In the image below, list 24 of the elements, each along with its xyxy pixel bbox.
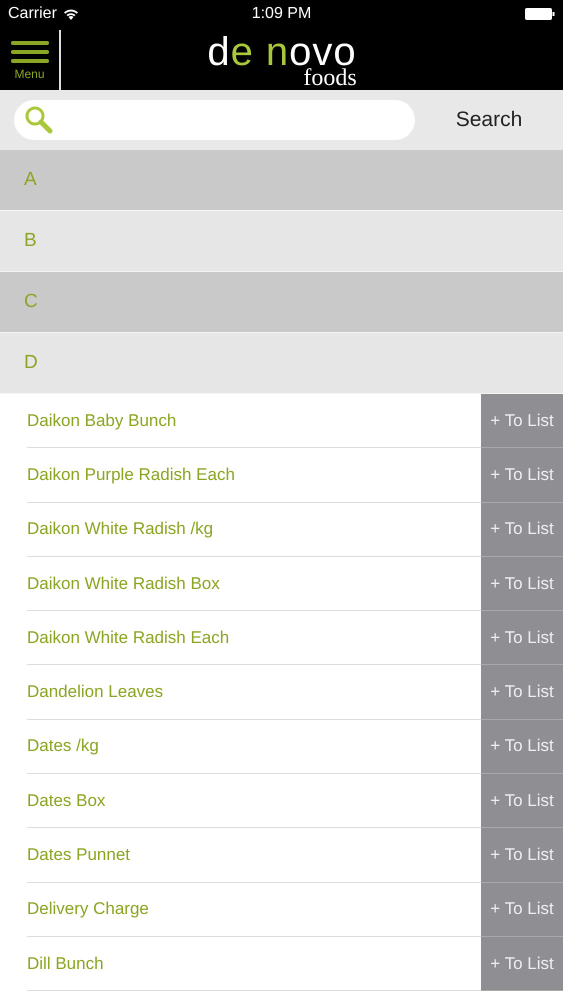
add-to-list-button[interactable]: + To List (481, 665, 563, 720)
add-to-list-button[interactable]: + To List (481, 720, 563, 774)
search-icon (24, 105, 54, 135)
logo-subtitle: foods (303, 66, 357, 90)
search-field[interactable] (14, 100, 415, 140)
menu-icon (10, 40, 50, 64)
status-time: 1:09 PM (252, 5, 312, 23)
add-to-list-button[interactable]: + To List (481, 936, 563, 992)
battery-icon (525, 8, 555, 20)
add-to-list-button[interactable]: + To List (481, 502, 563, 557)
section-header[interactable]: B (0, 211, 563, 272)
add-to-list-button[interactable]: + To List (481, 556, 563, 612)
search-button[interactable]: Search (429, 107, 549, 133)
carrier-label: Carrier (8, 5, 57, 23)
section-header[interactable]: A (0, 150, 563, 211)
add-to-list-button[interactable]: + To List (481, 611, 563, 666)
section-header[interactable]: D (0, 333, 563, 394)
add-to-list-button[interactable]: + To List (481, 774, 563, 828)
wifi-icon (62, 8, 79, 20)
add-to-list-button[interactable]: + To List (481, 448, 563, 503)
add-to-list-button[interactable]: + To List (481, 882, 563, 937)
add-to-list-button[interactable]: + To List (481, 828, 563, 883)
add-to-list-button[interactable]: + To List (481, 394, 563, 448)
section-header[interactable]: C (0, 272, 563, 333)
